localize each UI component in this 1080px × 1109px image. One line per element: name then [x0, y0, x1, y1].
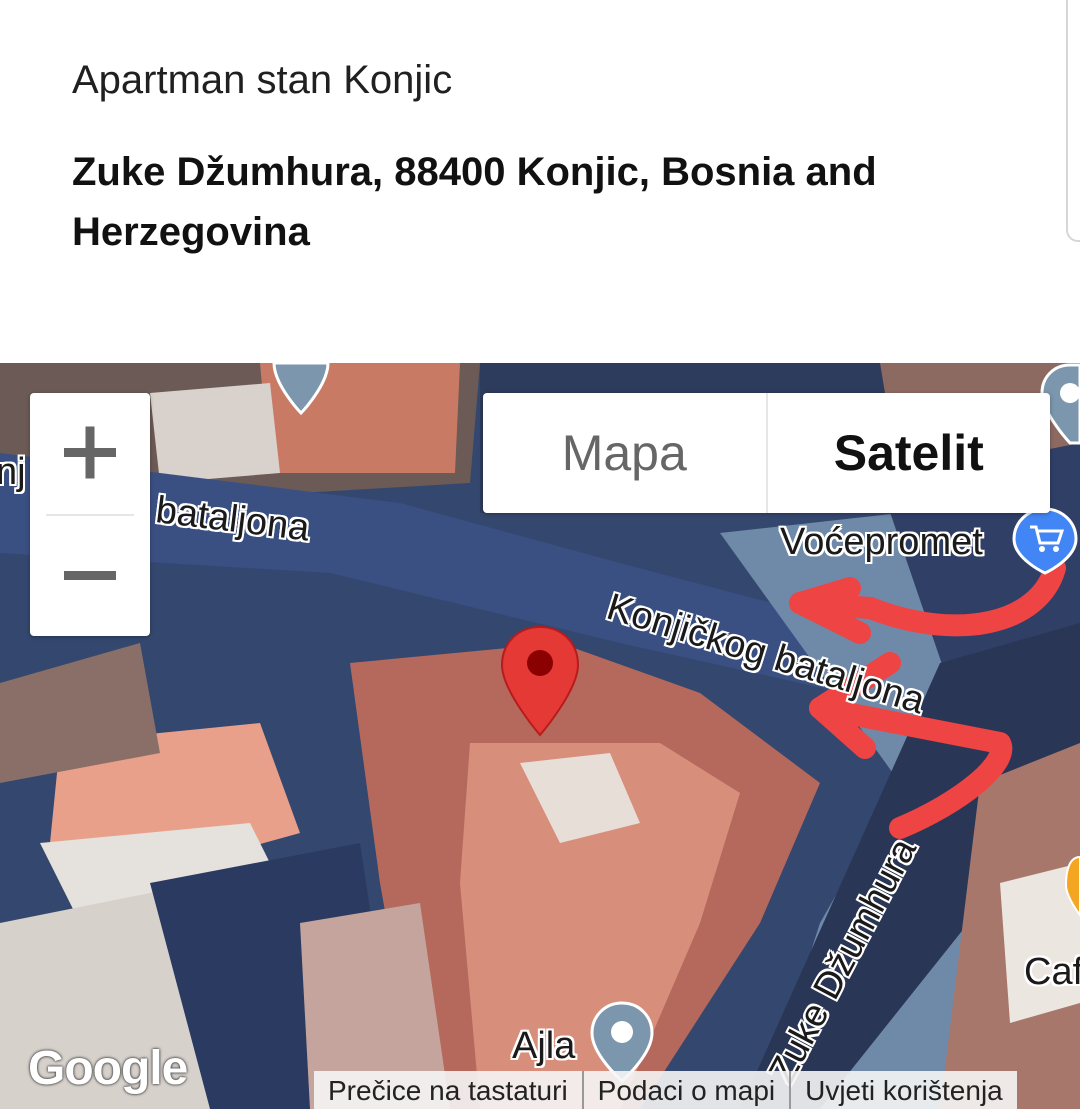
listing-address: Zuke Džumhura, 88400 Konjic, Bosnia and …	[72, 150, 877, 254]
keyboard-shortcuts-link[interactable]: Prečice na tastaturi	[314, 1071, 582, 1109]
map-data-link[interactable]: Podaci o mapi	[581, 1071, 789, 1109]
minus-icon	[64, 571, 116, 580]
place-label-ajla: Ajla	[512, 1025, 576, 1067]
zoom-out-button[interactable]	[30, 515, 150, 636]
poi-pin-icon[interactable]	[272, 363, 330, 415]
map-type-satellite-button[interactable]: Satelit	[768, 393, 1051, 513]
map-type-toggle: Mapa Satelit	[483, 393, 1050, 513]
map-type-map-button[interactable]: Mapa	[483, 393, 768, 513]
terms-of-use-link[interactable]: Uvjeti korištenja	[789, 1071, 1017, 1109]
place-label-cafe: Caf	[1024, 951, 1080, 993]
listing-header: Apartman stan Konjic Zuke Džumhura, 8840…	[0, 0, 1080, 363]
orange-pin-icon[interactable]	[1064, 855, 1080, 919]
side-panel-edge	[1066, 0, 1080, 242]
google-logo: Google	[28, 1042, 188, 1095]
place-label-vocepromet: Voćepromet	[780, 521, 983, 563]
shopping-cart-icon[interactable]	[1012, 507, 1078, 575]
listing-name: Apartman stan Konjic	[72, 58, 453, 102]
map-footer: Prečice na tastaturi Podaci o mapi Uvjet…	[314, 1071, 1017, 1109]
location-marker-icon[interactable]	[500, 625, 580, 737]
satellite-map[interactable]: nj bataljona Konjičkog bataljona Zuke Dž…	[0, 363, 1080, 1109]
zoom-in-button[interactable]	[30, 393, 150, 514]
zoom-controls	[30, 393, 150, 636]
street-label-edge: nj	[0, 451, 26, 493]
plus-icon	[64, 426, 116, 479]
